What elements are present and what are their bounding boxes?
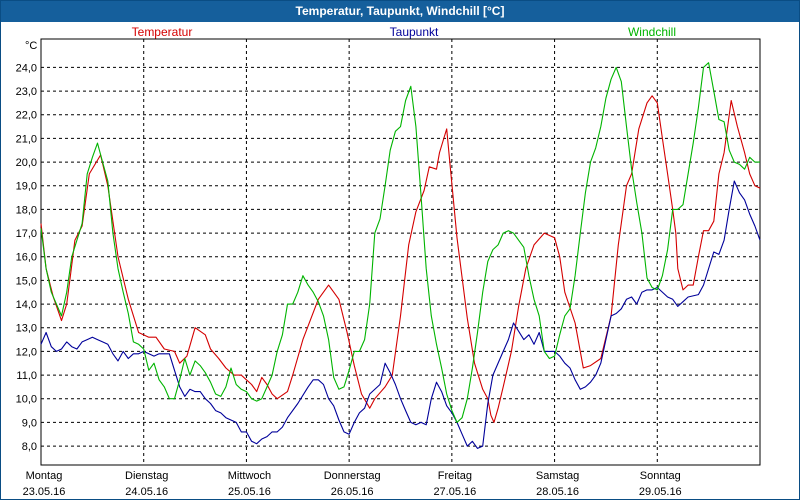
y-tick-label: 19,0 [16, 181, 37, 193]
legend-windchill: Windchill [628, 25, 676, 39]
x-tick-day: Dienstag [125, 470, 168, 482]
x-tick-day: Donnerstag [324, 470, 381, 482]
legend: Temperatur Taupunkt Windchill [132, 25, 676, 39]
y-tick-label: 23,0 [16, 86, 37, 98]
x-tick-day: Montag [26, 470, 63, 482]
y-tick-label: 16,0 [16, 252, 37, 264]
y-tick-label: 24,0 [16, 62, 37, 74]
window-title: Temperatur, Taupunkt, Windchill [°C] [1, 1, 799, 22]
x-tick-date: 25.05.16 [228, 486, 271, 498]
series-lines [40, 62, 761, 449]
y-tick-label: 15,0 [16, 275, 37, 287]
plot-frame [40, 38, 761, 466]
y-tick-label: 11,0 [16, 370, 37, 382]
y-tick-label: 21,0 [16, 133, 37, 145]
x-tick-date: 29.05.16 [639, 486, 682, 498]
chart-window: Temperatur, Taupunkt, Windchill [°C] 8,0… [0, 0, 800, 500]
x-tick-date: 23.05.16 [23, 486, 66, 498]
series-line-temperatur [40, 95, 761, 423]
x-tick-date: 26.05.16 [331, 486, 374, 498]
y-tick-label: 17,0 [16, 228, 37, 240]
x-tick-date: 24.05.16 [125, 486, 168, 498]
y-tick-label: 8,0 [22, 441, 37, 453]
y-axis-label: °C [25, 40, 37, 52]
x-tick-date: 28.05.16 [536, 486, 579, 498]
x-axis-ticks: Montag 23.05.16 Dienstag 24.05.16 Mittwoch 25… [23, 470, 682, 498]
y-tick-label: 14,0 [16, 299, 37, 311]
y-tick-label: 13,0 [16, 323, 37, 335]
legend-temperatur: Temperatur [132, 25, 193, 39]
y-axis-ticks: 8,0 9,0 10,0 11,0 12,0 13,0 14,0 15,0 16,0 17,0 18… [16, 62, 37, 453]
x-tick-day: Freitag [438, 470, 472, 482]
x-tick-date: 27.05.16 [433, 486, 476, 498]
grid-lines [41, 39, 760, 465]
x-tick-day: Mittwoch [228, 470, 271, 482]
series-line-windchill [40, 62, 760, 423]
y-tick-label: 10,0 [16, 394, 37, 406]
x-tick-day: Sonntag [640, 470, 681, 482]
legend-taupunkt: Taupunkt [390, 25, 439, 39]
y-tick-label: 22,0 [16, 110, 37, 122]
x-tick-day: Samstag [536, 470, 579, 482]
y-tick-label: 20,0 [16, 157, 37, 169]
y-tick-label: 12,0 [16, 346, 37, 358]
weather-chart: 8,0 9,0 10,0 11,0 12,0 13,0 14,0 15,0 16,0 17,0 18… [16, 25, 761, 498]
y-tick-label: 18,0 [16, 204, 37, 216]
y-tick-label: 9,0 [22, 417, 37, 429]
